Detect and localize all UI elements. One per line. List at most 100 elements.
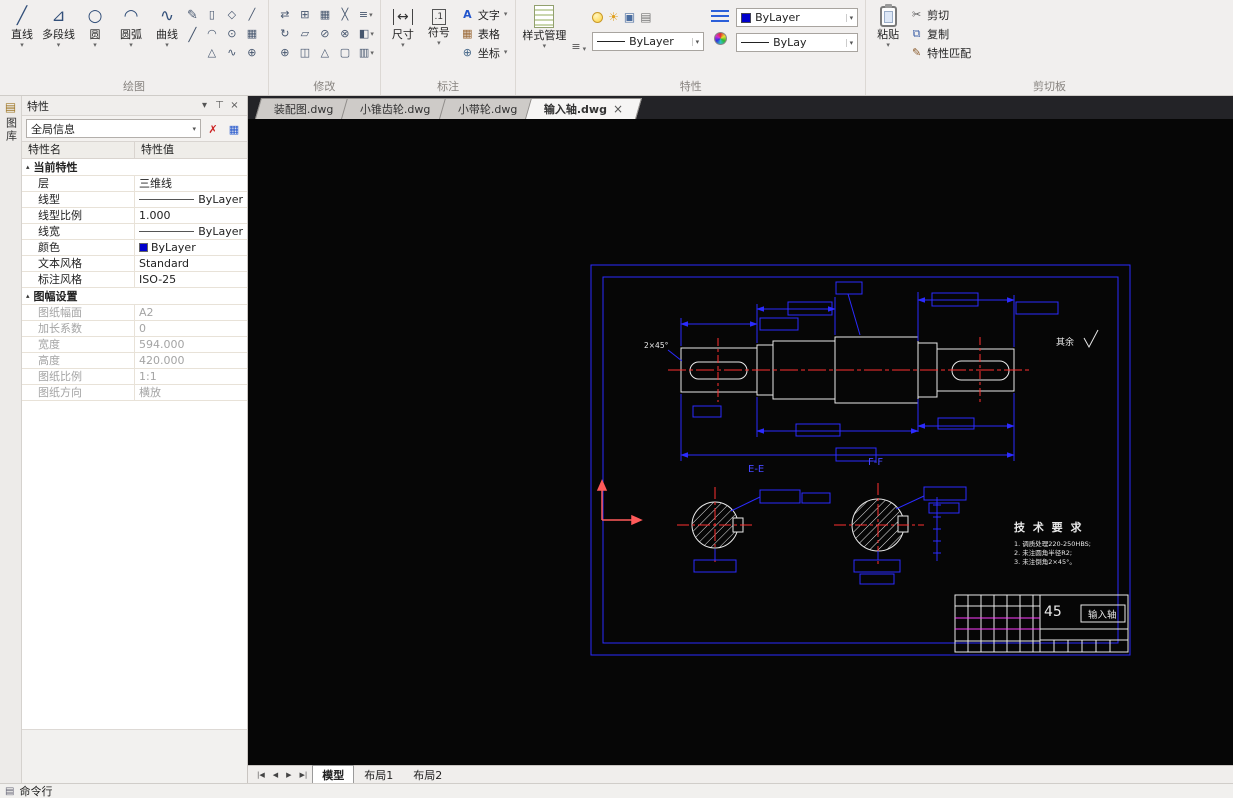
model-space-canvas[interactable]: 2×45° 其余 E-E F-F 技 术 要 求 1. 调质处理220-250H… bbox=[248, 119, 1233, 765]
prev-layout-icon[interactable]: ◀ bbox=[270, 771, 281, 779]
close-icon[interactable]: × bbox=[613, 102, 623, 116]
linetype-combo[interactable]: ByLayer ▾ bbox=[592, 32, 705, 51]
draw-tool-icon[interactable]: ∿ bbox=[223, 45, 241, 62]
property-row[interactable]: 线宽 ByLayer bbox=[22, 224, 247, 240]
property-row[interactable]: 标注风格 ISO-25 bbox=[22, 272, 247, 288]
property-value-cell: 0 bbox=[135, 321, 247, 336]
last-layout-icon[interactable]: ▶| bbox=[297, 771, 311, 779]
layer-plot-icon[interactable]: ▤ bbox=[640, 10, 651, 24]
property-value-cell[interactable]: ByLayer bbox=[135, 192, 247, 207]
layout-tab[interactable]: 模型 bbox=[312, 764, 355, 785]
command-bar[interactable]: ▤ 命令行 bbox=[0, 783, 1233, 798]
panel-dropdown-button[interactable]: ▾ bbox=[197, 100, 212, 111]
document-tab-label: 小带轮.dwg bbox=[457, 103, 518, 116]
property-row[interactable]: 文本风格 Standard bbox=[22, 256, 247, 272]
group-current-properties[interactable]: ▴ 当前特性 bbox=[22, 159, 247, 176]
pin-icon[interactable]: ⊤ bbox=[212, 100, 227, 111]
modify-tool-icon[interactable]: ╳ bbox=[336, 7, 354, 24]
draw-tool-icon[interactable]: ▯ bbox=[203, 7, 221, 24]
layer-on-icon[interactable] bbox=[592, 11, 604, 23]
modify-tool-icon[interactable]: ▥ ▾ bbox=[359, 45, 374, 61]
property-row[interactable]: 线型 ByLayer bbox=[22, 192, 247, 208]
document-tab[interactable]: 装配图.dwg × bbox=[254, 98, 353, 119]
side-tab-strip: ▤ 图库 bbox=[0, 96, 22, 783]
next-layout-icon[interactable]: ▶ bbox=[283, 771, 294, 779]
property-row[interactable]: 层 三维线 bbox=[22, 176, 247, 192]
polyline-button[interactable]: ⊿ 多段线 ▾ bbox=[40, 2, 77, 49]
style-manager-button[interactable]: 样式管理 ▾ bbox=[520, 2, 568, 50]
lineweight-combo[interactable]: ByLay ▾ bbox=[736, 33, 859, 52]
modify-tool-icon[interactable]: ↻ bbox=[276, 26, 294, 43]
draw-tool-grid: ▯ ◇ ╱ ◠ ⊙ ▦ △ ∿ ⊕ bbox=[203, 7, 261, 62]
property-value-cell: 横放 bbox=[135, 385, 247, 400]
document-tab[interactable]: 输入轴.dwg × bbox=[525, 98, 643, 119]
document-tab[interactable]: 小带轮.dwg × bbox=[438, 98, 537, 119]
draw-tool-icon[interactable]: △ bbox=[203, 45, 221, 62]
layer-display-icon[interactable]: ▣ bbox=[624, 10, 635, 24]
modify-tool-icon[interactable]: ⊞ bbox=[296, 7, 314, 24]
property-value-cell[interactable]: Standard bbox=[135, 256, 247, 271]
ribbon-group-modify: ⇄ ⊞ ▦ ╳ ↻ ▱ ⊘ ⊗ ⊕ ◫ △ ▢ ≡ ▾ ◧ ▾ ▥ ▾ 修改 bbox=[269, 0, 381, 95]
dimension-button[interactable]: ↔ 尺寸 ▾ bbox=[385, 2, 421, 49]
modify-tool-icon[interactable]: ▱ bbox=[296, 26, 314, 43]
modify-tool-icon[interactable]: ⊗ bbox=[336, 26, 354, 43]
group-sheet-settings[interactable]: ▴ 图幅设置 bbox=[22, 288, 247, 305]
modify-tool-icon[interactable]: ▦ bbox=[316, 7, 334, 24]
curve-button[interactable]: ∿ 曲线 ▾ bbox=[149, 2, 185, 49]
coordinate-button[interactable]: ⊕ 坐标 ▾ bbox=[457, 44, 512, 61]
modify-tool-icon[interactable]: ◧ ▾ bbox=[359, 26, 374, 42]
paste-button[interactable]: 粘贴 ▾ bbox=[870, 2, 906, 49]
text-button[interactable]: A 文字 ▾ bbox=[457, 6, 512, 23]
section-f-keyway bbox=[897, 515, 909, 533]
first-layout-icon[interactable]: |◀ bbox=[254, 771, 268, 779]
draw-tool-icon[interactable]: ▦ bbox=[243, 26, 261, 43]
clear-override-button[interactable]: ✗ bbox=[204, 120, 222, 138]
property-row[interactable]: 线型比例 1.000 bbox=[22, 208, 247, 224]
properties-menu-button[interactable]: ≡ ▾ bbox=[571, 40, 586, 53]
property-value-cell[interactable]: ByLayer bbox=[135, 224, 247, 239]
draw-tool-icon[interactable]: ⊕ bbox=[243, 45, 261, 62]
symbol-icon: .1 bbox=[431, 9, 447, 25]
sketch-icon[interactable]: ✎ bbox=[187, 8, 198, 24]
property-name: 图纸方向 bbox=[22, 385, 135, 400]
layout-tab[interactable]: 布局1 bbox=[354, 765, 403, 785]
tech-requirement-line: 3. 未注倒角2×45°。 bbox=[1014, 557, 1076, 566]
draw-tool-icon[interactable]: ╱ bbox=[243, 7, 261, 24]
modify-tool-icon[interactable]: ▢ bbox=[336, 45, 354, 62]
chevron-down-icon: ▾ bbox=[845, 38, 853, 47]
modify-tool-icon[interactable]: ≡ ▾ bbox=[359, 7, 374, 23]
close-icon[interactable]: × bbox=[227, 100, 242, 111]
chevron-down-icon: ▾ bbox=[370, 48, 374, 57]
modify-tool-icon[interactable]: △ bbox=[316, 45, 334, 62]
arc-button[interactable]: ◠ 圆弧 ▾ bbox=[113, 2, 149, 49]
draw-tool-icon[interactable]: ⊙ bbox=[223, 26, 241, 43]
document-tab[interactable]: 小锥齿轮.dwg × bbox=[341, 98, 450, 119]
library-tab[interactable]: ▤ 图库 bbox=[0, 96, 21, 143]
layout-tab[interactable]: 布局2 bbox=[403, 765, 452, 785]
draw-tool-icon[interactable]: ◠ bbox=[203, 26, 221, 43]
ray-icon[interactable]: ╱ bbox=[187, 28, 198, 44]
property-value-cell[interactable]: 三维线 bbox=[135, 176, 247, 191]
layer-thaw-icon[interactable]: ☀ bbox=[608, 10, 619, 24]
property-row[interactable]: 颜色 ByLayer bbox=[22, 240, 247, 256]
color-combo[interactable]: ByLayer ▾ bbox=[736, 8, 859, 27]
draw-tool-icon[interactable]: ◇ bbox=[223, 7, 241, 24]
property-value-cell[interactable]: ISO-25 bbox=[135, 272, 247, 287]
color-palette-icon[interactable] bbox=[713, 32, 727, 45]
property-value-cell[interactable]: ByLayer bbox=[135, 240, 247, 255]
cut-button[interactable]: ✂ 剪切 bbox=[906, 6, 975, 23]
circle-button[interactable]: ○ 圆 ▾ bbox=[77, 2, 113, 49]
table-button[interactable]: ▦ 表格 bbox=[457, 25, 512, 42]
scope-combo[interactable]: 全局信息 ▾ bbox=[26, 119, 201, 138]
modify-tool-icon[interactable]: ⇄ bbox=[276, 7, 294, 24]
modify-tool-icon[interactable]: ⊘ bbox=[316, 26, 334, 43]
match-properties-button[interactable]: ✎ 特性匹配 bbox=[906, 44, 975, 61]
line-button[interactable]: ╱ 直线 ▾ bbox=[4, 2, 40, 49]
linetype-list-icon[interactable] bbox=[711, 10, 730, 22]
copy-button[interactable]: ⧉ 复制 bbox=[906, 25, 975, 42]
modify-tool-icon[interactable]: ◫ bbox=[296, 45, 314, 62]
modify-tool-icon[interactable]: ⊕ bbox=[276, 45, 294, 62]
settings-grid-button[interactable]: ▦ bbox=[225, 120, 243, 138]
property-value-cell[interactable]: 1.000 bbox=[135, 208, 247, 223]
symbol-button[interactable]: .1 符号 ▾ bbox=[421, 2, 457, 47]
